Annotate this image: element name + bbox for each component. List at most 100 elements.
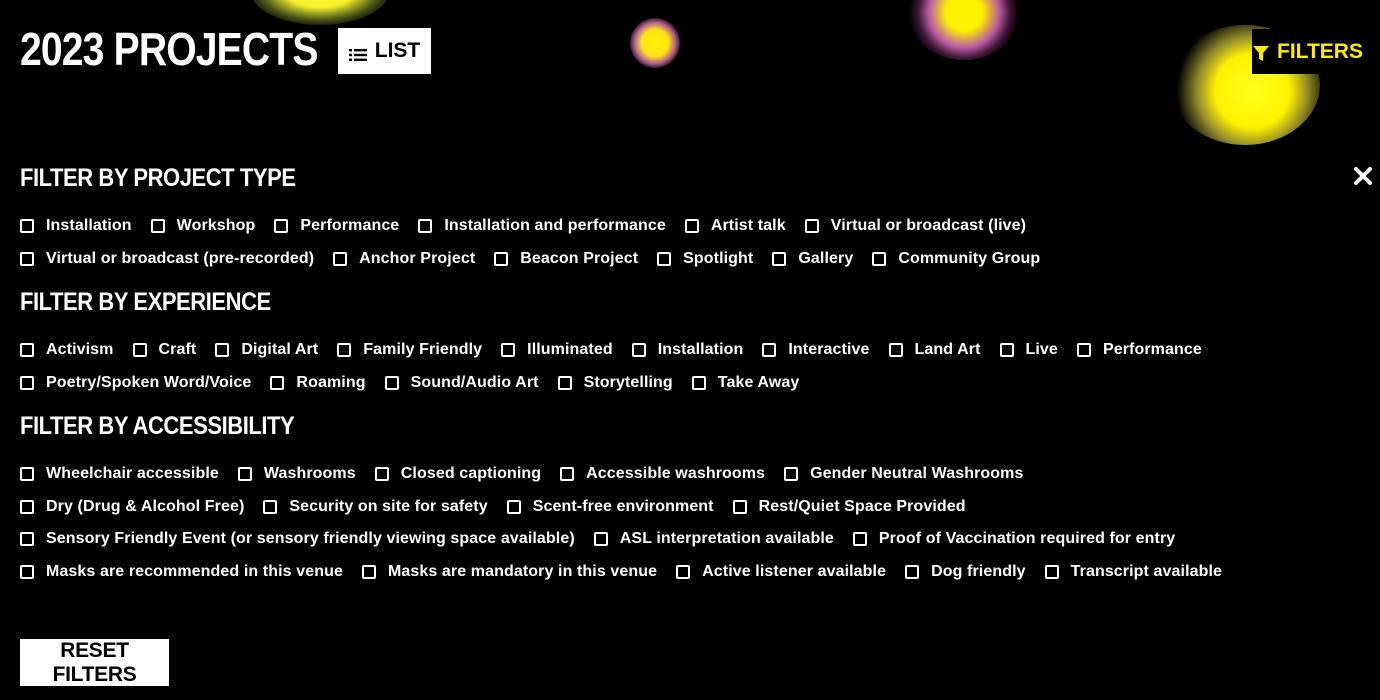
filter-option[interactable]: Activism xyxy=(20,341,114,359)
filter-option[interactable]: Accessible washrooms xyxy=(560,465,765,483)
filter-option[interactable]: Gallery xyxy=(772,250,853,268)
checkbox[interactable] xyxy=(20,499,34,514)
checkbox[interactable] xyxy=(804,219,819,234)
checkbox[interactable] xyxy=(374,467,389,482)
checkbox[interactable] xyxy=(20,219,34,234)
filter-option[interactable]: Transcript available xyxy=(1044,563,1222,581)
checkbox[interactable] xyxy=(20,467,34,482)
checkbox[interactable] xyxy=(732,499,747,514)
filter-option[interactable]: Artist talk xyxy=(684,217,786,235)
filter-option[interactable]: Closed captioning xyxy=(374,465,541,483)
filter-option[interactable]: Land Art xyxy=(888,341,981,359)
checkbox[interactable] xyxy=(784,467,799,482)
filter-option[interactable]: Scent-free environment xyxy=(506,498,714,516)
filter-option[interactable]: Installation xyxy=(631,341,744,359)
checkbox[interactable] xyxy=(237,467,252,482)
checkbox[interactable] xyxy=(20,343,34,358)
filter-option[interactable]: Masks are mandatory in this venue xyxy=(361,563,657,581)
checkbox[interactable] xyxy=(1044,564,1059,579)
filter-option[interactable]: Sound/Audio Art xyxy=(384,374,539,392)
checkbox[interactable] xyxy=(999,343,1014,358)
filter-option[interactable]: Wheelchair accessible xyxy=(20,465,219,483)
checkbox[interactable] xyxy=(631,343,646,358)
checkbox[interactable] xyxy=(494,251,509,266)
filter-option[interactable]: Gender Neutral Washrooms xyxy=(784,465,1023,483)
filter-option-label: Anchor Project xyxy=(359,249,476,267)
checkbox[interactable] xyxy=(852,532,867,547)
filter-option[interactable]: Illuminated xyxy=(501,341,613,359)
checkbox[interactable] xyxy=(132,343,147,358)
filter-option[interactable]: Live xyxy=(999,341,1058,359)
filter-option[interactable]: Community Group xyxy=(872,250,1040,268)
filter-option-label: Proof of Vaccination required for entry xyxy=(878,530,1176,548)
filter-option-label: Sensory Friendly Event (or sensory frien… xyxy=(46,530,575,548)
checkbox[interactable] xyxy=(888,343,903,358)
checkbox[interactable] xyxy=(657,251,672,266)
checkbox[interactable] xyxy=(418,219,433,234)
filter-option-label: Beacon Project xyxy=(520,249,639,267)
filter-option[interactable]: Sensory Friendly Event (or sensory frien… xyxy=(20,530,575,548)
checkbox[interactable] xyxy=(684,219,699,234)
checkbox[interactable] xyxy=(762,343,777,358)
checkbox[interactable] xyxy=(20,532,34,547)
close-filters-button[interactable] xyxy=(1351,165,1375,189)
checkbox[interactable] xyxy=(593,532,608,547)
filter-option[interactable]: Craft xyxy=(132,341,197,359)
checkbox[interactable] xyxy=(691,375,706,390)
filter-option[interactable]: Dry (Drug & Alcohol Free) xyxy=(20,498,244,516)
checkbox[interactable] xyxy=(501,343,516,358)
filter-option[interactable]: Security on site for safety xyxy=(263,498,488,516)
checkbox[interactable] xyxy=(20,564,34,579)
filter-option[interactable]: Roaming xyxy=(270,374,365,392)
checkbox-row: Wheelchair accessible Washrooms Closed cap… xyxy=(20,458,1350,491)
checkbox[interactable] xyxy=(676,564,691,579)
filter-option[interactable]: Take Away xyxy=(691,374,800,392)
filter-option[interactable]: Virtual or broadcast (pre-recorded) xyxy=(20,250,314,268)
filter-option-label: Poetry/Spoken Word/Voice xyxy=(46,373,252,391)
filter-option[interactable]: Interactive xyxy=(762,341,869,359)
checkbox[interactable] xyxy=(274,219,289,234)
checkbox[interactable] xyxy=(270,375,285,390)
filter-option[interactable]: Storytelling xyxy=(557,373,673,392)
filter-option[interactable]: Digital Art xyxy=(215,341,318,359)
filter-option[interactable]: Family Friendly xyxy=(337,341,482,359)
checkbox[interactable] xyxy=(557,375,572,390)
checkbox[interactable] xyxy=(384,375,399,390)
filter-option[interactable]: Beacon Project xyxy=(494,250,638,268)
filter-option[interactable]: Anchor Project xyxy=(333,250,475,268)
filter-option[interactable]: Virtual or broadcast (live) xyxy=(804,217,1026,235)
reset-filters-button[interactable]: RESET FILTERS xyxy=(20,639,169,686)
checkbox[interactable] xyxy=(872,251,887,266)
checkbox[interactable] xyxy=(150,219,165,234)
filter-option[interactable]: Performance xyxy=(1076,341,1202,359)
filters-toggle-button[interactable]: FILTERS xyxy=(1252,29,1364,74)
checkbox[interactable] xyxy=(20,251,34,266)
checkbox[interactable] xyxy=(215,343,230,358)
filter-option[interactable]: Rest/Quiet Space Provided xyxy=(732,498,966,516)
filter-option[interactable]: Spotlight xyxy=(657,250,753,268)
filter-option[interactable]: ASL interpretation available xyxy=(593,530,834,548)
filter-option[interactable]: Active listener available xyxy=(676,563,886,581)
filter-option[interactable]: Dog friendly xyxy=(905,563,1026,581)
filter-option[interactable]: Poetry/Spoken Word/Voice xyxy=(20,374,251,392)
filter-option[interactable]: Installation xyxy=(20,217,132,235)
checkbox[interactable] xyxy=(20,375,34,390)
checkbox[interactable] xyxy=(560,467,575,482)
checkbox[interactable] xyxy=(337,343,352,358)
list-view-button[interactable]: LIST xyxy=(338,28,431,74)
filter-option[interactable]: Workshop xyxy=(150,217,256,235)
filter-option[interactable]: Washrooms xyxy=(237,465,356,483)
filter-option[interactable]: Proof of Vaccination required for entry xyxy=(852,530,1176,548)
checkbox[interactable] xyxy=(1076,343,1091,358)
filter-option[interactable]: Installation and performance xyxy=(418,217,666,235)
checkbox[interactable] xyxy=(506,499,521,514)
checkbox-row: Sensory Friendly Event (or sensory frien… xyxy=(20,523,1350,556)
filter-option[interactable]: Masks are recommended in this venue xyxy=(20,563,343,581)
checkbox[interactable] xyxy=(361,564,376,579)
filter-option[interactable]: Performance xyxy=(274,217,399,235)
checkbox[interactable] xyxy=(263,499,278,514)
filter-option-label: Storytelling xyxy=(583,373,673,391)
checkbox[interactable] xyxy=(772,251,787,266)
checkbox[interactable] xyxy=(333,251,348,266)
checkbox[interactable] xyxy=(905,564,920,579)
